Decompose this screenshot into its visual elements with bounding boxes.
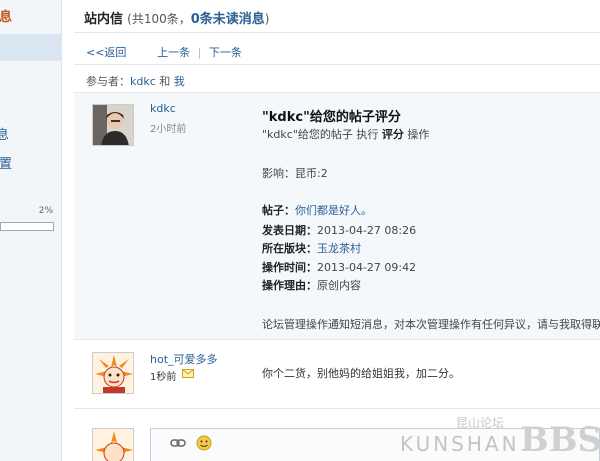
message-divider xyxy=(74,339,600,340)
storage-progress-bar xyxy=(0,222,54,231)
next-message-link[interactable]: 下一条 xyxy=(209,46,242,59)
link-icon[interactable] xyxy=(169,435,187,451)
smiley-glyph xyxy=(196,435,212,451)
page-root: 消息 信 息 设置 2% 站内信 (共100条，0条未读消息) <<返回 | 上… xyxy=(0,0,600,461)
chain-link-glyph xyxy=(170,439,186,447)
avatar xyxy=(92,428,134,461)
smiley-icon[interactable] xyxy=(195,435,213,451)
message-time: 1秒前 xyxy=(150,372,177,383)
page-title: 站内信 (共100条，0条未读消息) xyxy=(84,8,269,27)
message-reason-row: 操作理由：原创内容 xyxy=(262,277,361,293)
message-sender-link[interactable]: hot_可爱多多 xyxy=(150,351,218,367)
header-divider xyxy=(74,32,600,33)
message-effect: 影响：昆币:2 xyxy=(262,167,328,180)
sidebar-title: 消息 xyxy=(0,10,13,25)
participants-label: 参与者： xyxy=(86,75,130,88)
reason-value: 原创内容 xyxy=(317,279,361,292)
message-forum-row: 所在版块：玉龙茶村 xyxy=(262,240,361,256)
participants: 参与者：kdkc 和 我 xyxy=(86,73,185,89)
message-count: (共100条， xyxy=(127,12,191,26)
participant-kdkc-link[interactable]: kdkc xyxy=(130,75,156,88)
watermark-cn: 昆山论坛 xyxy=(455,416,504,430)
avatar-cartoon-icon xyxy=(93,353,133,393)
subtitle-bold: 评分 xyxy=(381,128,404,141)
op-time-value: 2013-04-27 09:42 xyxy=(317,261,417,274)
message-sender-link[interactable]: kdkc xyxy=(150,102,176,115)
avatar-cartoon-icon xyxy=(93,429,133,461)
sidebar-divider xyxy=(0,60,62,61)
message-nav: <<返回 | 上一条 | 下一条 xyxy=(86,46,242,59)
storage-progress-fill xyxy=(0,223,2,230)
message-optime-row: 操作时间：2013-04-27 09:42 xyxy=(262,259,416,275)
watermark-bbs-logo: BBS xyxy=(520,420,600,460)
message-notice: 论坛管理操作通知短消息，对本次管理操作有任何异议，请与我取得联系。 xyxy=(262,318,600,331)
forum-label: 所在版块： xyxy=(262,242,317,255)
message-time: 2小时前 xyxy=(150,124,187,135)
page-title-text: 站内信 xyxy=(84,12,124,27)
post-label: 帖子： xyxy=(262,204,295,217)
envelope-icon[interactable] xyxy=(182,369,194,378)
subtitle-pre: "kdkc"给您的帖子 执行 xyxy=(262,128,382,141)
date-label: 发表日期： xyxy=(262,224,317,237)
avatar[interactable] xyxy=(92,352,134,394)
close-paren: ) xyxy=(264,12,270,26)
sidebar-item-inbox[interactable]: 信 xyxy=(0,34,62,60)
message-body: 你个二货，别他妈的给姐姐我，加二分。 xyxy=(262,367,460,380)
message-post-row: 帖子：你们都是好人。 xyxy=(262,202,372,218)
participants-and: 和 xyxy=(159,75,171,88)
nav-separator: | xyxy=(197,46,202,59)
post-link[interactable]: 你们都是好人。 xyxy=(295,204,372,217)
avatar-photo-icon xyxy=(93,105,133,145)
unread-count-link[interactable]: 0条未读消息 xyxy=(191,12,265,27)
op-time-label: 操作时间： xyxy=(262,261,317,274)
date-value: 2013-04-27 08:26 xyxy=(317,224,417,237)
reason-label: 操作理由： xyxy=(262,279,317,292)
envelope-flap xyxy=(182,369,194,375)
prev-message-link[interactable]: 上一条 xyxy=(157,46,190,59)
message-subtitle: "kdkc"给您的帖子 执行 评分 操作 xyxy=(262,126,429,142)
message-date-row: 发表日期：2013-04-27 08:26 xyxy=(262,222,416,238)
nav-divider xyxy=(74,64,600,65)
subtitle-post: 操作 xyxy=(403,128,430,141)
back-link[interactable]: <<返回 xyxy=(86,46,126,59)
storage-percent-label: 2% xyxy=(38,206,53,216)
participant-me-link[interactable]: 我 xyxy=(174,75,185,88)
sidebar-item-settings[interactable]: 设置 xyxy=(0,153,48,172)
sidebar: 消息 信 息 设置 2% xyxy=(0,0,62,461)
avatar[interactable] xyxy=(92,104,134,146)
message-title: "kdkc"给您的帖子评分 xyxy=(262,110,401,125)
sidebar-item-messages[interactable]: 息 xyxy=(0,124,58,143)
forum-link[interactable]: 玉龙茶村 xyxy=(317,242,361,255)
message-divider xyxy=(74,408,600,409)
watermark-kunshan: KUNSHAN xyxy=(400,432,520,456)
